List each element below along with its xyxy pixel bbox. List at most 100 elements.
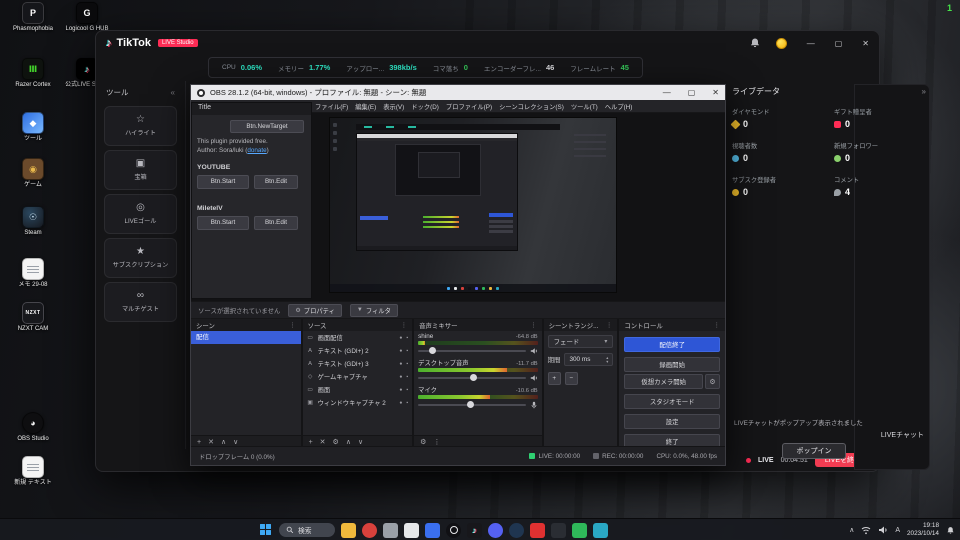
remove-source-icon[interactable]: ✕ <box>320 439 326 446</box>
source-row[interactable]: A テキスト (GDI+) 3 ● ▪ <box>303 357 413 370</box>
menu-profile[interactable]: プロファイル(P) <box>446 102 492 111</box>
desktop-icon-obs-studio[interactable]: ◕ OBS Studio <box>6 412 60 443</box>
move-up-icon[interactable]: ∧ <box>346 439 351 446</box>
taskbar-app-blue[interactable] <box>425 522 440 538</box>
collapse-icon[interactable]: « <box>171 88 175 97</box>
menu-docks[interactable]: ドック(D) <box>411 102 439 111</box>
taskbar-line[interactable] <box>572 522 587 538</box>
settings-button[interactable]: 設定 <box>624 414 720 429</box>
sidebar-item-live-goal[interactable]: ◎ LIVEゴール <box>104 194 177 234</box>
notification-bell-icon[interactable] <box>946 526 955 535</box>
taskbar-tiktok[interactable] <box>467 522 482 538</box>
miletelv-start-button[interactable]: Btn.Start <box>197 215 249 230</box>
dock-menu-icon[interactable]: ⋮ <box>713 321 720 329</box>
move-up-icon[interactable]: ∧ <box>221 439 226 446</box>
lock-icon[interactable]: ▪ <box>406 374 408 380</box>
virtual-cam-settings-icon[interactable]: ⚙ <box>704 374 720 389</box>
visibility-eye-icon[interactable]: ● <box>399 387 402 393</box>
sidebar-item-treasure-box[interactable]: ▣ 宝箱 <box>104 150 177 190</box>
visibility-eye-icon[interactable]: ● <box>399 348 402 354</box>
taskbar-app-teal[interactable] <box>593 522 608 538</box>
mixer-menu-icon[interactable]: ⋮ <box>433 439 440 446</box>
tray-chevron-icon[interactable]: ∧ <box>849 526 854 534</box>
dock-menu-icon[interactable]: ⋮ <box>289 321 296 329</box>
desktop-icon-ghub[interactable]: G Logicool G HUB <box>60 2 114 33</box>
source-row[interactable]: ▭ 画面配信 ● ▪ <box>303 331 413 344</box>
dock-menu-icon[interactable]: ⋮ <box>606 321 613 329</box>
remove-transition-button[interactable]: − <box>564 372 578 385</box>
sidebar-item-multi-guest[interactable]: ∞ マルチゲスト <box>104 282 177 322</box>
desktop-icon-phasmophobia[interactable]: P Phasmophobia <box>6 2 60 33</box>
visibility-eye-icon[interactable]: ● <box>399 361 402 367</box>
source-row[interactable]: ◇ ゲームキャプチャ ● ▪ <box>303 370 413 383</box>
lock-icon[interactable]: ▪ <box>406 361 408 367</box>
expand-icon[interactable]: » <box>922 87 926 96</box>
desktop-icon-steam[interactable]: ☉ Steam <box>6 206 60 237</box>
notifications-bell-icon[interactable] <box>749 37 761 49</box>
taskbar-discord[interactable] <box>488 522 503 538</box>
taskbar-steam[interactable] <box>509 522 524 538</box>
menu-help[interactable]: ヘルプ(H) <box>605 102 633 111</box>
filters-button[interactable]: ▼ フィルタ <box>349 303 398 317</box>
properties-button[interactable]: ⚙ プロパティ <box>288 303 342 317</box>
taskbar-app-dark[interactable] <box>551 522 566 538</box>
volume-slider[interactable] <box>418 374 526 381</box>
visibility-eye-icon[interactable]: ● <box>399 374 402 380</box>
stop-streaming-button[interactable]: 配信終了 <box>624 337 720 352</box>
donate-link[interactable]: donate <box>247 147 266 154</box>
volume-slider[interactable] <box>418 347 526 354</box>
source-row[interactable]: ▣ ウィンドウキャプチャ 2 ● ▪ <box>303 396 413 409</box>
desktop-icon-notepad-file[interactable]: メモ 29-08 <box>6 258 60 289</box>
move-down-icon[interactable]: ∨ <box>358 439 363 446</box>
desktop-icon-new-text[interactable]: 新規 テキスト <box>6 456 60 487</box>
dock-menu-icon[interactable]: ⋮ <box>530 321 537 329</box>
lock-icon[interactable]: ▪ <box>406 387 408 393</box>
youtube-start-button[interactable]: Btn.Start <box>197 174 249 189</box>
taskbar-app-light[interactable] <box>404 522 419 538</box>
close-button[interactable]: ✕ <box>712 88 719 97</box>
wifi-icon[interactable] <box>861 525 871 535</box>
source-row[interactable]: A テキスト (GDI+) 2 ● ▪ <box>303 344 413 357</box>
desktop-icon-utility[interactable]: ◆ ツール <box>6 112 60 143</box>
volume-slider[interactable] <box>418 401 526 408</box>
studio-mode-button[interactable]: スタジオモード <box>624 394 720 409</box>
desktop-icon-game[interactable]: ◉ ゲーム <box>6 158 60 189</box>
dock-menu-icon[interactable]: ⋮ <box>401 321 408 329</box>
obs-titlebar[interactable]: OBS 28.1.2 (64-bit, windows) - プロファイル: 無… <box>191 85 725 100</box>
start-recording-button[interactable]: 録画開始 <box>624 357 720 372</box>
speaker-icon[interactable] <box>530 374 538 382</box>
sidebar-item-highlight[interactable]: ☆ ハイライト <box>104 106 177 146</box>
start-button[interactable] <box>260 523 273 537</box>
source-properties-icon[interactable]: ⚙ <box>333 439 339 446</box>
spin-down-icon[interactable]: ▾ <box>606 359 608 364</box>
add-scene-icon[interactable]: + <box>197 439 201 446</box>
add-transition-button[interactable]: + <box>547 372 561 385</box>
dock-title[interactable]: Title <box>192 103 311 115</box>
close-button[interactable]: ✕ <box>862 39 869 48</box>
miletelv-edit-button[interactable]: Btn.Edit <box>254 215 298 230</box>
transition-select[interactable]: フェード ▾ <box>547 335 614 348</box>
scene-item-selected[interactable]: 配信 <box>191 331 301 344</box>
obs-preview-screen[interactable] <box>329 117 617 293</box>
youtube-edit-button[interactable]: Btn.Edit <box>254 174 298 189</box>
remove-scene-icon[interactable]: ✕ <box>208 439 214 446</box>
taskbar-clock[interactable]: 19:18 2023/10/14 <box>907 522 939 537</box>
taskbar-app-gray[interactable] <box>383 522 398 538</box>
menu-edit[interactable]: 編集(E) <box>355 102 376 111</box>
volume-icon[interactable] <box>878 525 888 535</box>
start-virtual-cam-button[interactable]: 仮想カメラ開始 <box>624 374 703 389</box>
add-source-icon[interactable]: + <box>309 439 313 446</box>
maximize-button[interactable]: ▢ <box>688 88 696 97</box>
taskbar-game-launcher[interactable] <box>362 522 377 538</box>
mixer-settings-icon[interactable]: ⚙ <box>420 439 426 446</box>
taskbar-youtube[interactable] <box>530 522 545 538</box>
taskbar-obs-studio[interactable] <box>446 522 461 538</box>
pop-in-button[interactable]: ポップイン <box>782 443 846 459</box>
minimize-button[interactable]: — <box>807 39 815 48</box>
menu-view[interactable]: 表示(V) <box>383 102 404 111</box>
desktop-icon-razer-cortex[interactable]: Ⅲ Razer Cortex <box>6 58 60 89</box>
menu-scene-collection[interactable]: シーンコレクション(S) <box>499 102 564 111</box>
minimize-button[interactable]: — <box>663 88 671 97</box>
coins-icon[interactable] <box>775 37 787 49</box>
search-input[interactable]: 検索 <box>279 523 335 537</box>
